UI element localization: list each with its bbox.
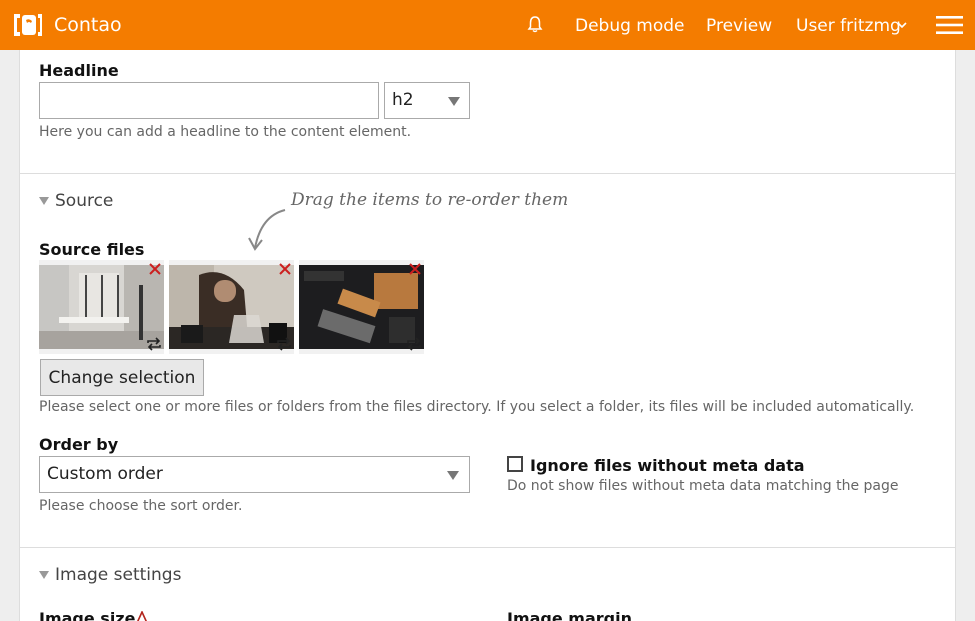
headline-label: Headline [39,61,119,80]
remove-file-icon[interactable] [277,261,293,277]
ignore-files-help: Do not show files without meta data matc… [507,478,899,494]
order-by-label: Order by [39,435,119,454]
remove-file-icon[interactable] [407,261,423,277]
contao-logo-icon[interactable] [12,10,44,40]
image-size-wizard-icon[interactable] [135,611,149,621]
order-by-help: Please choose the sort order. [39,498,243,514]
collapse-triangle-icon[interactable] [39,197,49,205]
source-files-help: Please select one or more files or folde… [39,399,915,415]
hint-arrow-icon [248,209,286,251]
order-by-select[interactable]: Custom order [39,456,470,493]
chevron-down-icon[interactable] [896,20,908,30]
image-size-label: Image size [39,609,136,621]
headline-help: Here you can add a headline to the conte… [39,124,412,140]
source-files-label: Source files [39,240,145,259]
replace-file-icon[interactable] [405,336,423,352]
divider [20,547,955,548]
collapse-triangle-icon[interactable] [39,571,49,579]
source-legend[interactable]: Source [55,191,113,211]
source-file-thumbnail[interactable] [39,260,164,354]
ignore-files-checkbox[interactable] [507,456,523,472]
image-margin-label: Image margin [507,609,632,621]
headline-unit-select[interactable]: h2 [384,82,470,119]
preview-link[interactable]: Preview [706,16,772,36]
source-file-thumbnail[interactable] [169,260,294,354]
source-file-thumbnail[interactable] [299,260,424,354]
brand-name: Contao [54,14,122,36]
caret-down-icon [447,471,459,480]
image-settings-legend[interactable]: Image settings [55,565,181,585]
remove-file-icon[interactable] [147,261,163,277]
reorder-hint: Drag the items to re-order them [291,190,569,210]
top-navigation-bar: Contao Debug mode Preview User fritzmg [0,0,975,50]
hamburger-menu-icon[interactable] [936,15,963,35]
headline-unit-value: h2 [392,90,414,110]
user-menu[interactable]: User fritzmg [796,16,901,36]
content-element-form: Headline h2 Here you can add a headline … [19,50,956,621]
debug-mode-link[interactable]: Debug mode [575,16,685,36]
caret-down-icon [448,97,460,106]
headline-input[interactable] [39,82,379,119]
divider [20,173,955,174]
replace-file-icon[interactable] [275,336,293,352]
change-selection-button[interactable]: Change selection [40,359,204,396]
replace-file-icon[interactable] [145,336,163,352]
order-by-value: Custom order [47,464,163,484]
bell-icon[interactable] [526,15,544,33]
ignore-files-label[interactable]: Ignore files without meta data [530,456,805,475]
